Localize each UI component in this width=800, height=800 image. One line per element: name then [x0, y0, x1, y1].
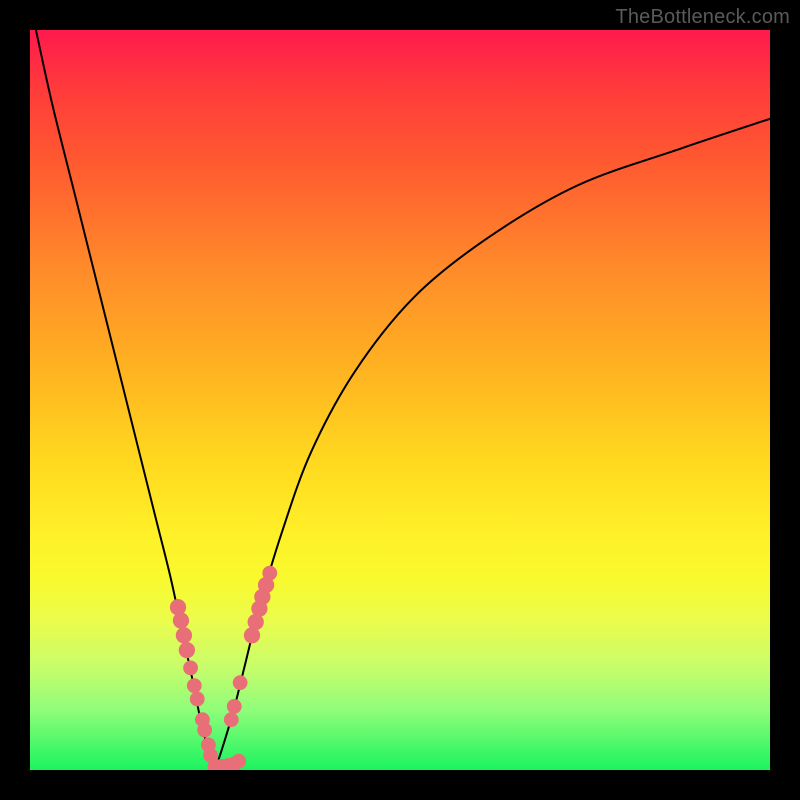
marker-dot	[190, 692, 205, 707]
watermark-text: TheBottleneck.com	[615, 6, 790, 29]
plot-area	[30, 30, 770, 770]
marker-dot	[224, 712, 239, 727]
marker-dot	[176, 627, 192, 643]
chart-svg	[30, 30, 770, 770]
marker-dot	[179, 642, 195, 658]
chart-frame: TheBottleneck.com	[0, 0, 800, 800]
marker-layer	[170, 566, 277, 770]
marker-dot	[233, 675, 248, 690]
marker-dot	[227, 699, 242, 714]
curve-left-branch	[36, 30, 215, 770]
curve-right-branch	[215, 119, 770, 770]
marker-dot	[262, 566, 277, 581]
marker-dot	[197, 723, 212, 738]
marker-dot	[173, 612, 189, 628]
curve-layer	[36, 30, 770, 770]
marker-dot	[231, 754, 246, 769]
marker-dot	[187, 678, 202, 693]
marker-dot	[183, 660, 198, 675]
